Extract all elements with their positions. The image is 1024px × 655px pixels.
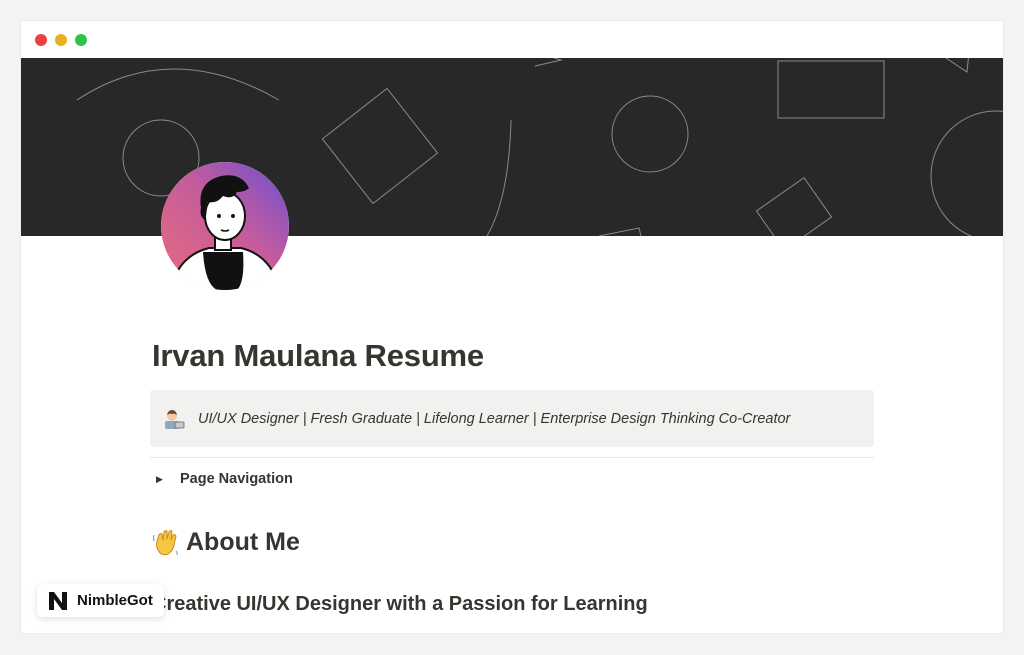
divider — [150, 457, 874, 458]
about-me-heading: About Me — [152, 528, 300, 557]
window-titlebar — [21, 21, 1003, 58]
browser-window: Irvan Maulana Resume UI/UX Designer | Fr… — [21, 21, 1003, 633]
page-navigation-toggle[interactable]: ▶ Page Navigation — [156, 471, 293, 487]
watermark-label: NimbleGot — [77, 592, 153, 609]
about-me-heading-text: About Me — [186, 528, 300, 556]
page-title: Irvan Maulana Resume — [152, 338, 484, 373]
profile-avatar — [161, 162, 289, 290]
avatar-illustration-icon — [161, 162, 289, 290]
minimize-window-button[interactable] — [55, 34, 67, 46]
close-window-button[interactable] — [35, 34, 47, 46]
triangle-right-icon[interactable]: ▶ — [156, 474, 166, 485]
callout-block: UI/UX Designer | Fresh Graduate | Lifelo… — [150, 390, 874, 447]
nimblegot-watermark[interactable]: NimbleGot — [37, 584, 164, 617]
nimblegot-logo-icon — [47, 590, 69, 612]
about-subheading: Creative UI/UX Designer with a Passion f… — [152, 593, 648, 615]
callout-text: UI/UX Designer | Fresh Graduate | Lifelo… — [198, 410, 791, 427]
toggle-label: Page Navigation — [180, 471, 293, 487]
maximize-window-button[interactable] — [75, 34, 87, 46]
waving-hand-icon — [152, 529, 180, 557]
technologist-emoji-icon — [163, 408, 185, 430]
